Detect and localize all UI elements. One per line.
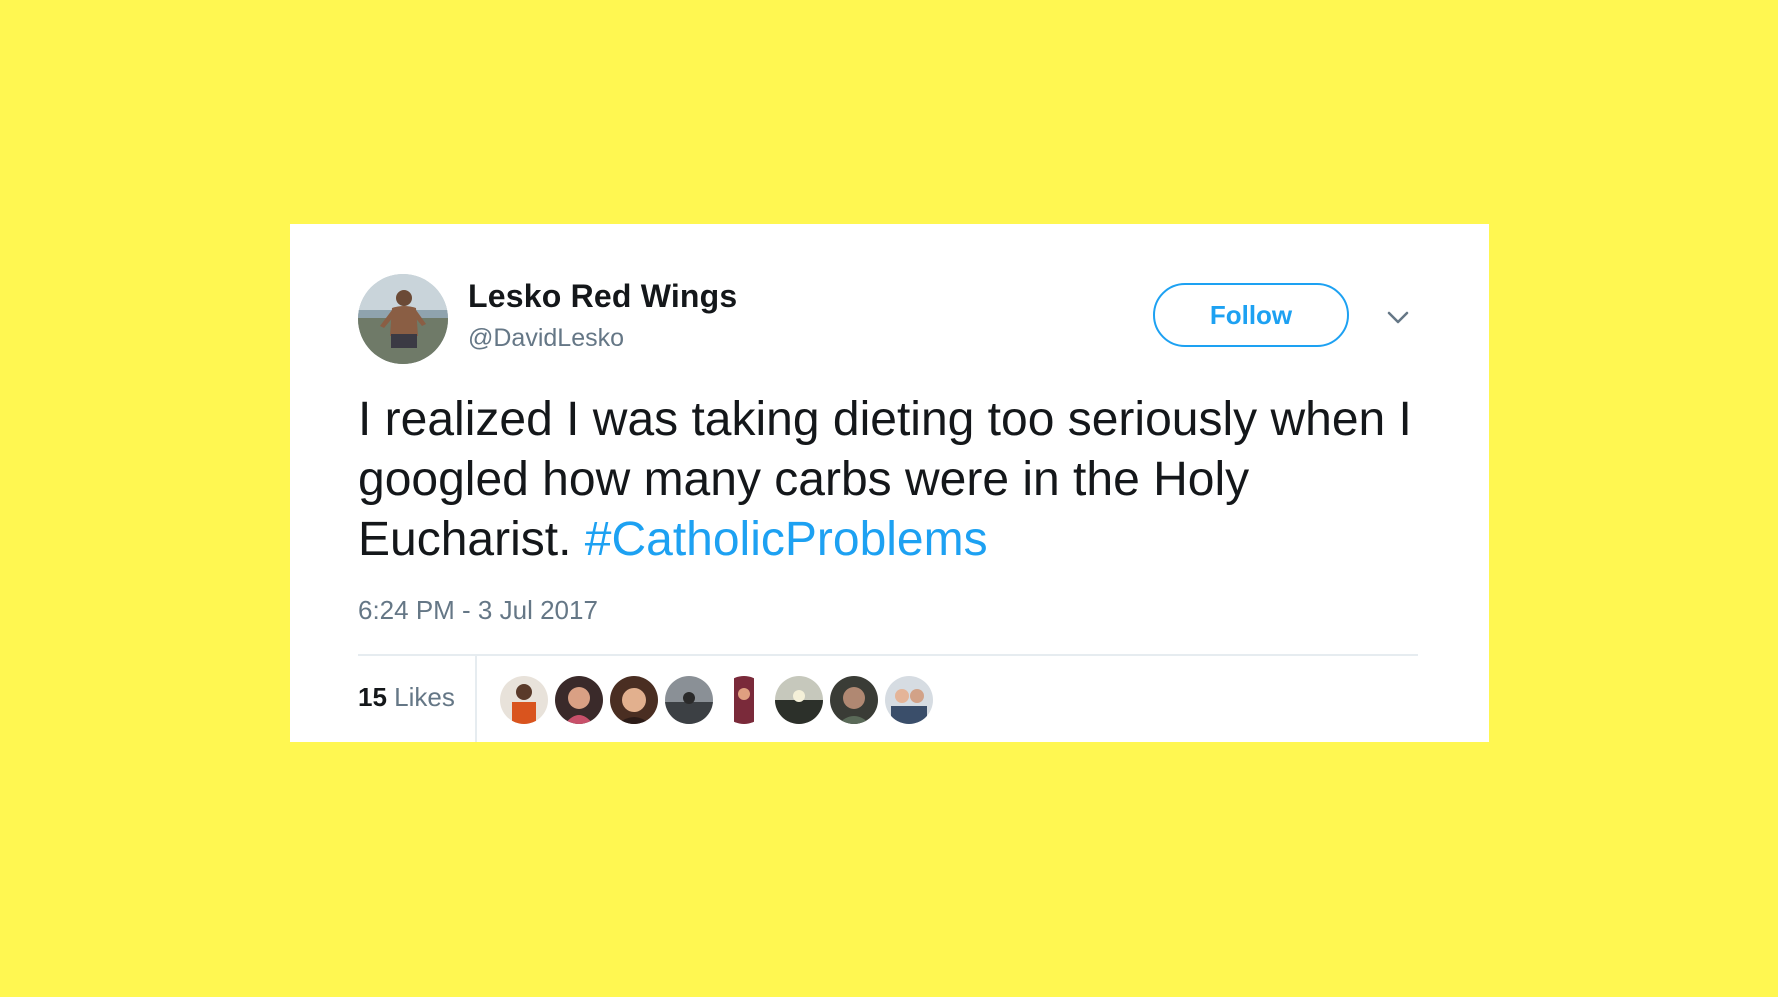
liker-avatar-4[interactable] xyxy=(665,676,713,724)
liker-avatar-2[interactable] xyxy=(555,676,603,724)
liker-avatar-5[interactable] xyxy=(720,676,768,724)
user-avatar[interactable] xyxy=(358,274,448,364)
chevron-down-icon[interactable] xyxy=(1383,302,1413,332)
tweet-card: Lesko Red Wings @DavidLesko Follow I rea… xyxy=(290,224,1489,742)
tweet-text: I realized I was taking dieting too seri… xyxy=(358,390,1438,570)
likes-label: Likes xyxy=(394,682,455,712)
likes-separator xyxy=(475,656,477,742)
hashtag-link[interactable]: #CatholicProblems xyxy=(585,513,988,566)
user-display-name[interactable]: Lesko Red Wings xyxy=(468,278,737,315)
liker-avatar-3[interactable] xyxy=(610,676,658,724)
follow-button[interactable]: Follow xyxy=(1153,283,1349,347)
likes-number: 15 xyxy=(358,682,387,712)
user-handle[interactable]: @DavidLesko xyxy=(468,324,624,353)
likes-count[interactable]: 15 Likes xyxy=(358,682,455,713)
liker-avatar-1[interactable] xyxy=(500,676,548,724)
divider xyxy=(358,654,1418,656)
liker-avatar-7[interactable] xyxy=(830,676,878,724)
tweet-timestamp[interactable]: 6:24 PM - 3 Jul 2017 xyxy=(358,595,598,626)
liker-avatar-8[interactable] xyxy=(885,676,933,724)
liker-avatar-6[interactable] xyxy=(775,676,823,724)
